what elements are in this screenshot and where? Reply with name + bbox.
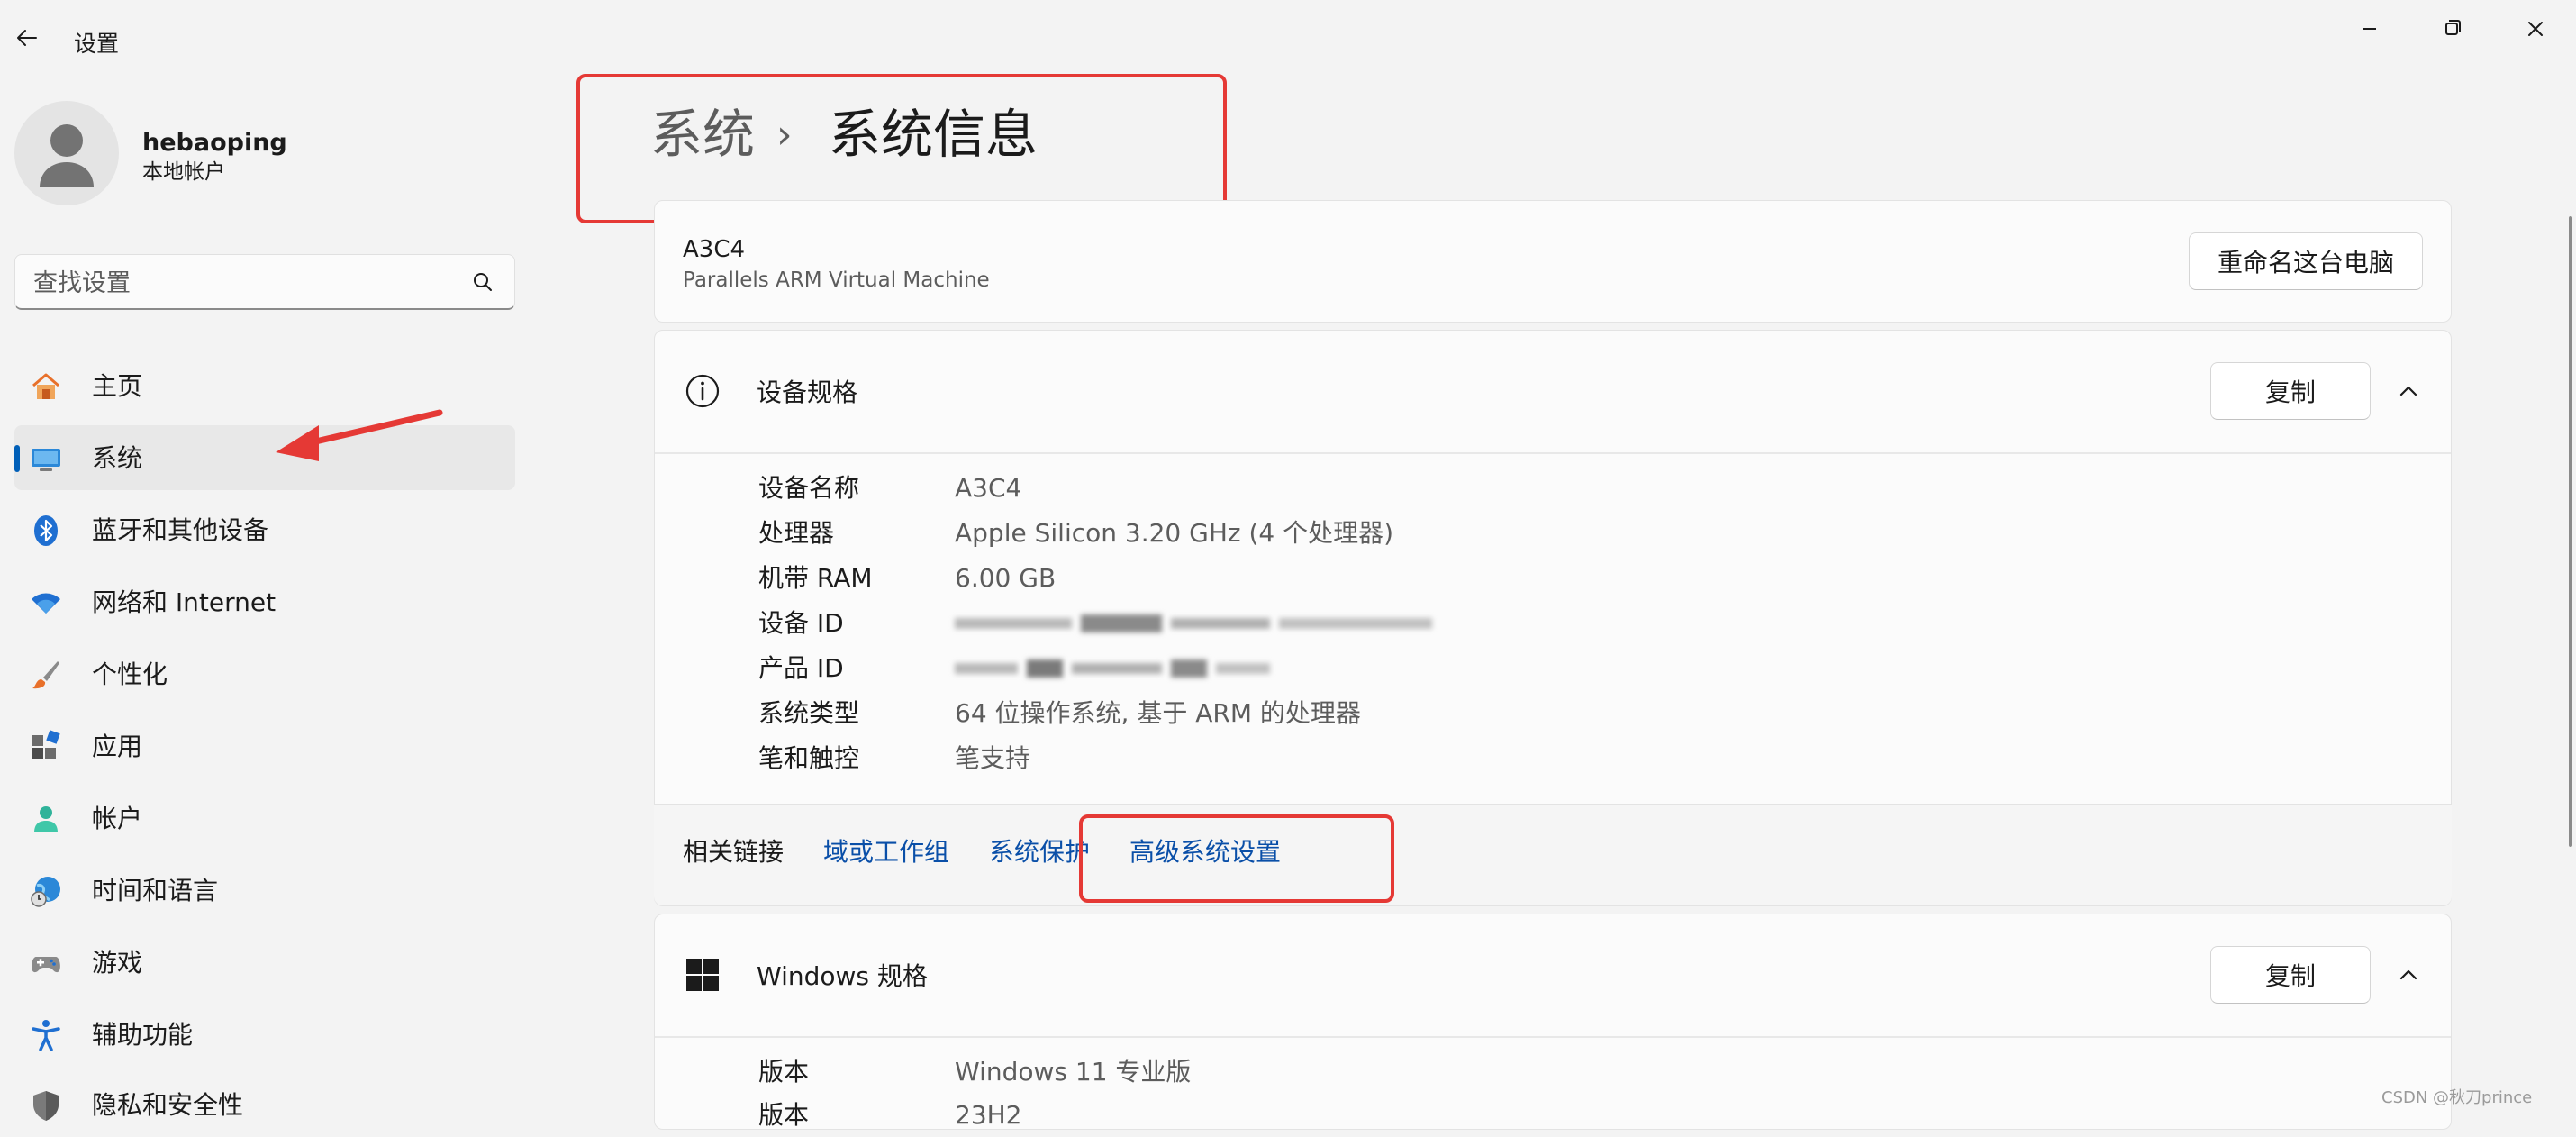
info-icon xyxy=(685,374,720,408)
spec-label-device-id: 设备 ID xyxy=(758,608,844,638)
apps-icon xyxy=(32,730,60,759)
sidebar-item-label: 个性化 xyxy=(92,659,168,689)
sidebar-item-accounts[interactable]: 帐户 xyxy=(14,786,515,850)
window-title: 设置 xyxy=(74,31,120,57)
spec-value-product-id-obscured xyxy=(955,656,1279,689)
link-system-protection[interactable]: 系统保护 xyxy=(989,836,1090,869)
minimize-button[interactable] xyxy=(2345,11,2394,47)
copy-device-specs-button[interactable]: 复制 xyxy=(2210,362,2371,420)
sidebar-item-label: 辅助功能 xyxy=(92,1020,194,1050)
search-icon[interactable] xyxy=(471,270,494,294)
sidebar-item-personalization[interactable]: 个性化 xyxy=(14,641,515,706)
divider xyxy=(655,1036,2451,1038)
globe-clock-icon xyxy=(31,877,60,907)
sidebar-item-label: 应用 xyxy=(92,732,143,761)
sidebar-item-label: 帐户 xyxy=(92,804,143,833)
page-title: 系统信息 xyxy=(829,104,1039,165)
sidebar-item-label: 蓝牙和其他设备 xyxy=(92,515,269,545)
pc-model: Parallels ARM Virtual Machine xyxy=(683,268,990,292)
pc-name-card xyxy=(654,200,2452,323)
divider xyxy=(655,452,2451,454)
profile-name: hebaoping xyxy=(142,129,287,157)
brush-icon xyxy=(32,661,59,689)
avatar[interactable] xyxy=(14,101,119,205)
wifi-icon xyxy=(32,593,60,614)
scrollbar-thumb[interactable] xyxy=(2569,216,2572,847)
sidebar-item-label: 时间和语言 xyxy=(92,876,219,905)
rename-pc-button[interactable]: 重命名这台电脑 xyxy=(2189,232,2423,290)
spec-value-version: 23H2 xyxy=(955,1100,1022,1130)
related-links-label: 相关链接 xyxy=(683,837,785,867)
windows-specs-card xyxy=(654,914,2452,1130)
spec-value-device-id-obscured xyxy=(955,611,1441,644)
user-icon xyxy=(40,124,94,187)
profile-account-type: 本地帐户 xyxy=(142,160,225,184)
breadcrumb-parent[interactable]: 系统 xyxy=(650,101,755,168)
spec-value-processor: Apple Silicon 3.20 GHz (4 个处理器) xyxy=(955,518,1394,548)
spec-label-version: 版本 xyxy=(758,1100,810,1130)
sidebar-item-label: 系统 xyxy=(92,443,143,473)
restore-icon xyxy=(2445,20,2461,35)
chevron-up-icon[interactable] xyxy=(2394,377,2423,405)
minimize-icon xyxy=(2363,28,2376,30)
breadcrumb-separator: › xyxy=(776,112,793,158)
spec-value-ram: 6.00 GB xyxy=(955,563,1057,593)
spec-value-pen-touch: 笔支持 xyxy=(955,743,1031,773)
watermark: CSDN @秋刀prince xyxy=(2381,1088,2533,1107)
spec-label-edition: 版本 xyxy=(758,1057,810,1087)
gamepad-icon xyxy=(32,957,60,973)
windows-specs-title: Windows 规格 xyxy=(757,961,928,991)
spec-label-processor: 处理器 xyxy=(758,518,835,548)
pc-name: A3C4 xyxy=(683,236,746,263)
sidebar-item-time-language[interactable]: 时间和语言 xyxy=(14,858,515,923)
windows-logo-icon xyxy=(686,959,719,991)
sidebar-item-label: 游戏 xyxy=(92,948,143,978)
sidebar-item-network[interactable]: 网络和 Internet xyxy=(14,569,515,634)
spec-label-system-type: 系统类型 xyxy=(758,698,860,728)
redacted-bar xyxy=(955,659,1270,678)
home-icon xyxy=(32,373,59,399)
system-display-icon xyxy=(32,449,60,471)
close-icon xyxy=(2528,22,2543,36)
bluetooth-icon xyxy=(34,515,58,546)
sidebar-item-label: 网络和 Internet xyxy=(92,587,277,617)
close-button[interactable] xyxy=(2511,11,2560,47)
sidebar-item-apps[interactable]: 应用 xyxy=(14,714,515,778)
annotation-highlight-advanced xyxy=(1079,814,1394,903)
accessibility-icon xyxy=(32,1020,60,1051)
spec-label-ram: 机带 RAM xyxy=(758,563,873,593)
spec-label-pen-touch: 笔和触控 xyxy=(758,743,860,773)
sidebar-item-label: 主页 xyxy=(92,371,143,401)
selected-indicator xyxy=(14,445,20,472)
restore-button[interactable] xyxy=(2428,11,2477,47)
redacted-bar xyxy=(955,614,1432,632)
copy-windows-specs-button[interactable]: 复制 xyxy=(2210,946,2371,1004)
account-icon xyxy=(34,806,58,832)
sidebar-item-accessibility[interactable]: 辅助功能 xyxy=(14,1002,515,1067)
spec-label-device-name: 设备名称 xyxy=(758,473,860,503)
sidebar-item-privacy[interactable]: 隐私和安全性 xyxy=(14,1072,515,1137)
link-domain-workgroup[interactable]: 域或工作组 xyxy=(823,836,949,869)
search-input[interactable] xyxy=(32,264,467,302)
back-arrow-icon[interactable] xyxy=(14,25,40,50)
spec-value-system-type: 64 位操作系统, 基于 ARM 的处理器 xyxy=(955,698,1361,728)
annotation-arrow xyxy=(276,409,443,461)
device-specs-title: 设备规格 xyxy=(757,377,858,407)
chevron-up-icon[interactable] xyxy=(2394,960,2423,989)
sidebar-item-gaming[interactable]: 游戏 xyxy=(14,930,515,995)
spec-value-edition: Windows 11 专业版 xyxy=(955,1057,1192,1087)
sidebar-item-bluetooth[interactable]: 蓝牙和其他设备 xyxy=(14,497,515,562)
shield-icon xyxy=(33,1091,59,1121)
spec-value-device-name: A3C4 xyxy=(955,473,1022,503)
spec-label-product-id: 产品 ID xyxy=(758,653,844,683)
search-box xyxy=(14,254,515,310)
sidebar-item-label: 隐私和安全性 xyxy=(92,1090,244,1120)
